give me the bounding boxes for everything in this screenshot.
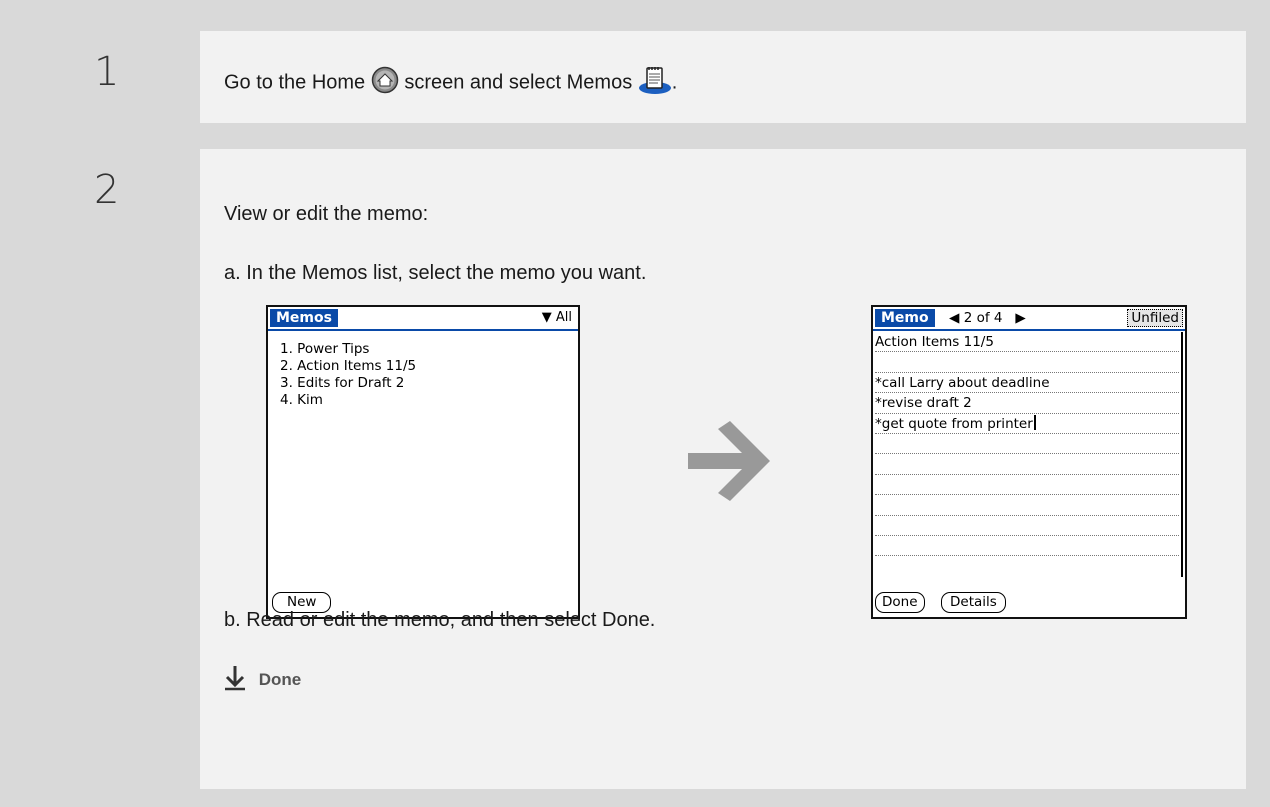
step-content: Go to the Home screen and select Memos .: [200, 31, 1246, 123]
memos-icon: [638, 65, 672, 101]
done-marker: Done: [224, 665, 301, 696]
memo-pager: ◀ 2 of 4 ▶: [949, 310, 1026, 326]
step-2-intro: View or edit the memo:: [224, 203, 429, 225]
list-item: 1. Power Tips: [280, 341, 370, 357]
text-cursor: [1033, 414, 1036, 430]
step-number: 2: [94, 167, 120, 213]
memos-title-bar: Memos ▼ All: [268, 307, 578, 331]
memo-title: Memo: [875, 309, 935, 327]
memo-line: [875, 516, 1179, 536]
step-1-text-mid: screen and select Memos: [404, 71, 633, 94]
memo-line: [875, 536, 1179, 557]
memo-line: [875, 495, 1179, 516]
step-content: View or edit the memo: a. In the Memos l…: [200, 149, 1246, 789]
memo-line: *get quote from printer: [875, 414, 1179, 434]
scrollbar: [1181, 332, 1183, 577]
prev-arrow-icon: ◀: [949, 310, 960, 326]
list-item: 4. Kim: [280, 392, 323, 408]
down-arrow-icon: [224, 665, 246, 696]
list-item: 3. Edits for Draft 2: [280, 375, 405, 391]
step-1-text-before: Go to the Home: [224, 71, 366, 94]
memo-line: [875, 434, 1179, 455]
memo-line: [875, 475, 1179, 496]
memo-detail-screenshot: Memo ◀ 2 of 4 ▶ Unfiled Action Items 11/…: [871, 305, 1187, 619]
memo-lines: Action Items 11/5 *call Larry about dead…: [875, 332, 1179, 557]
home-icon: [371, 66, 399, 100]
category-label: All: [555, 310, 572, 325]
dropdown-arrow-icon: ▼: [541, 310, 552, 325]
memo-title-bar: Memo ◀ 2 of 4 ▶ Unfiled: [873, 307, 1185, 331]
next-arrow-icon: ▶: [1006, 310, 1026, 326]
category-button: Unfiled: [1127, 309, 1183, 327]
step-number-cell: 1: [36, 31, 200, 123]
memo-position: 2 of 4: [963, 310, 1003, 326]
memo-list: 1. Power Tips 2. Action Items 11/5 3. Ed…: [280, 341, 416, 409]
step-row-2: 2 View or edit the memo: a. In the Memos…: [36, 149, 1246, 789]
done-label: Done: [258, 669, 302, 689]
step-row-1: 1 Go to the Home screen and select Memos: [36, 31, 1246, 123]
category-dropdown: ▼ All: [542, 310, 572, 325]
memo-line: [875, 454, 1179, 475]
step-number-cell: 2: [36, 149, 200, 789]
list-item: 2. Action Items 11/5: [280, 358, 417, 374]
done-button: Done: [875, 592, 925, 613]
step-table: 1 Go to the Home screen and select Memos: [16, 0, 1264, 807]
memo-line: *call Larry about deadline: [875, 373, 1179, 394]
memos-list-screenshot: Memos ▼ All 1. Power Tips 2. Action Item…: [266, 305, 580, 619]
memo-line: *revise draft 2: [875, 393, 1179, 414]
details-button: Details: [941, 592, 1006, 613]
step-2-sub-b: b. Read or edit the memo, and then selec…: [224, 609, 656, 631]
step-2-sub-a: a. In the Memos list, select the memo yo…: [224, 262, 647, 284]
memo-line: [875, 352, 1179, 373]
step-1-text: Go to the Home screen and select Memos .: [224, 65, 677, 101]
memos-title: Memos: [270, 309, 338, 327]
right-arrow-icon: [688, 421, 780, 506]
memo-line: Action Items 11/5: [875, 332, 1179, 353]
step-number: 1: [94, 49, 120, 95]
memo-line-text: *get quote from printer: [875, 415, 1033, 432]
step-1-text-end: .: [671, 71, 678, 94]
